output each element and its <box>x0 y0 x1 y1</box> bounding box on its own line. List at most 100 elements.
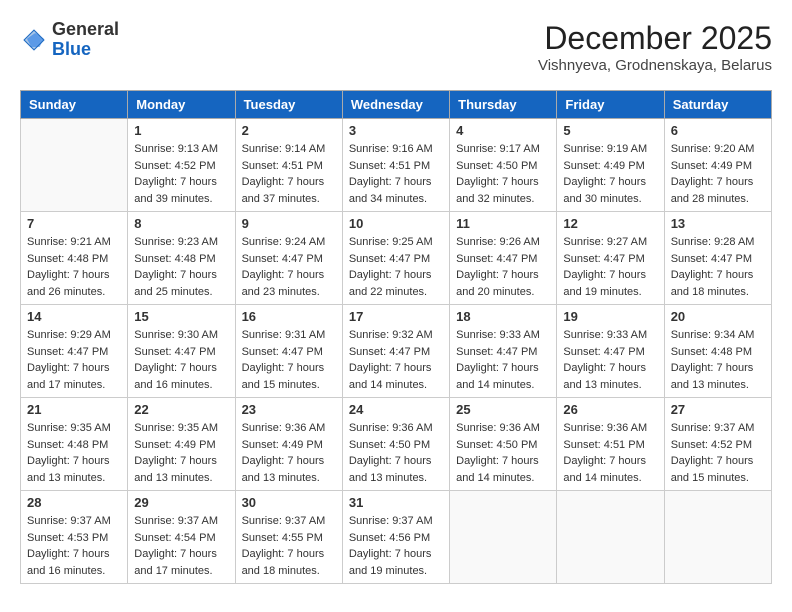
day-number: 10 <box>349 216 443 231</box>
daylight-minutes-text: and 23 minutes. <box>242 284 336 301</box>
calendar-day-cell: 21Sunrise: 9:35 AMSunset: 4:48 PMDayligh… <box>21 398 128 491</box>
sunrise-text: Sunrise: 9:37 AM <box>27 513 121 530</box>
day-number: 16 <box>242 309 336 324</box>
sunset-text: Sunset: 4:52 PM <box>134 158 228 175</box>
sunrise-text: Sunrise: 9:23 AM <box>134 234 228 251</box>
calendar-day-cell: 3Sunrise: 9:16 AMSunset: 4:51 PMDaylight… <box>342 119 449 212</box>
daylight-text: Daylight: 7 hours <box>671 267 765 284</box>
daylight-text: Daylight: 7 hours <box>242 453 336 470</box>
sunrise-text: Sunrise: 9:13 AM <box>134 141 228 158</box>
sunrise-text: Sunrise: 9:30 AM <box>134 327 228 344</box>
sunrise-text: Sunrise: 9:29 AM <box>27 327 121 344</box>
sunset-text: Sunset: 4:49 PM <box>671 158 765 175</box>
daylight-minutes-text: and 13 minutes. <box>349 470 443 487</box>
daylight-text: Daylight: 7 hours <box>349 453 443 470</box>
daylight-text: Daylight: 7 hours <box>27 546 121 563</box>
daylight-text: Daylight: 7 hours <box>134 546 228 563</box>
daylight-minutes-text: and 20 minutes. <box>456 284 550 301</box>
day-number: 26 <box>563 402 657 417</box>
sunset-text: Sunset: 4:47 PM <box>456 251 550 268</box>
calendar-day-cell: 25Sunrise: 9:36 AMSunset: 4:50 PMDayligh… <box>450 398 557 491</box>
logo-icon <box>20 26 48 54</box>
daylight-minutes-text: and 14 minutes. <box>456 377 550 394</box>
daylight-minutes-text: and 37 minutes. <box>242 191 336 208</box>
calendar-day-cell: 28Sunrise: 9:37 AMSunset: 4:53 PMDayligh… <box>21 491 128 584</box>
sunset-text: Sunset: 4:47 PM <box>349 251 443 268</box>
daylight-minutes-text: and 19 minutes. <box>563 284 657 301</box>
sunset-text: Sunset: 4:53 PM <box>27 530 121 547</box>
daylight-text: Daylight: 7 hours <box>349 174 443 191</box>
daylight-text: Daylight: 7 hours <box>671 453 765 470</box>
day-number: 1 <box>134 123 228 138</box>
sunrise-text: Sunrise: 9:20 AM <box>671 141 765 158</box>
daylight-text: Daylight: 7 hours <box>671 360 765 377</box>
sunset-text: Sunset: 4:52 PM <box>671 437 765 454</box>
daylight-minutes-text: and 14 minutes. <box>456 470 550 487</box>
daylight-text: Daylight: 7 hours <box>27 360 121 377</box>
sunset-text: Sunset: 4:51 PM <box>563 437 657 454</box>
daylight-minutes-text: and 13 minutes. <box>134 470 228 487</box>
sunrise-text: Sunrise: 9:36 AM <box>242 420 336 437</box>
day-number: 13 <box>671 216 765 231</box>
sunrise-text: Sunrise: 9:17 AM <box>456 141 550 158</box>
title-block: December 2025 Vishnyeva, Grodnenskaya, B… <box>538 20 772 74</box>
sunrise-text: Sunrise: 9:37 AM <box>134 513 228 530</box>
sunrise-text: Sunrise: 9:14 AM <box>242 141 336 158</box>
sunset-text: Sunset: 4:47 PM <box>671 251 765 268</box>
daylight-minutes-text: and 13 minutes. <box>671 377 765 394</box>
daylight-minutes-text: and 15 minutes. <box>671 470 765 487</box>
daylight-text: Daylight: 7 hours <box>456 360 550 377</box>
day-number: 20 <box>671 309 765 324</box>
sunset-text: Sunset: 4:47 PM <box>563 344 657 361</box>
sunset-text: Sunset: 4:48 PM <box>27 251 121 268</box>
sunset-text: Sunset: 4:51 PM <box>242 158 336 175</box>
weekday-header: Saturday <box>664 91 771 119</box>
sunset-text: Sunset: 4:56 PM <box>349 530 443 547</box>
day-number: 25 <box>456 402 550 417</box>
day-number: 18 <box>456 309 550 324</box>
sunrise-text: Sunrise: 9:25 AM <box>349 234 443 251</box>
sunset-text: Sunset: 4:54 PM <box>134 530 228 547</box>
day-number: 17 <box>349 309 443 324</box>
daylight-text: Daylight: 7 hours <box>134 453 228 470</box>
sunset-text: Sunset: 4:48 PM <box>27 437 121 454</box>
daylight-text: Daylight: 7 hours <box>349 267 443 284</box>
daylight-minutes-text: and 26 minutes. <box>27 284 121 301</box>
daylight-minutes-text: and 13 minutes. <box>563 377 657 394</box>
daylight-text: Daylight: 7 hours <box>242 546 336 563</box>
daylight-text: Daylight: 7 hours <box>563 453 657 470</box>
daylight-minutes-text: and 17 minutes. <box>134 563 228 580</box>
day-number: 22 <box>134 402 228 417</box>
day-number: 7 <box>27 216 121 231</box>
calendar-day-cell: 17Sunrise: 9:32 AMSunset: 4:47 PMDayligh… <box>342 305 449 398</box>
daylight-minutes-text: and 28 minutes. <box>671 191 765 208</box>
daylight-text: Daylight: 7 hours <box>563 174 657 191</box>
daylight-minutes-text: and 34 minutes. <box>349 191 443 208</box>
daylight-minutes-text: and 22 minutes. <box>349 284 443 301</box>
calendar-day-cell <box>21 119 128 212</box>
calendar-day-cell: 19Sunrise: 9:33 AMSunset: 4:47 PMDayligh… <box>557 305 664 398</box>
sunset-text: Sunset: 4:49 PM <box>134 437 228 454</box>
daylight-minutes-text: and 30 minutes. <box>563 191 657 208</box>
daylight-text: Daylight: 7 hours <box>563 267 657 284</box>
calendar-week-row: 1 Sunrise: 9:13 AMSunset: 4:52 PM Daylight… <box>21 119 772 212</box>
daylight-minutes-text: and 25 minutes. <box>134 284 228 301</box>
sunrise-text: Sunrise: 9:37 AM <box>349 513 443 530</box>
sunset-text: Sunset: 4:47 PM <box>349 344 443 361</box>
calendar-day-cell: 10 Sunrise: 9:25 AMSunset: 4:47 PMDayligh… <box>342 212 449 305</box>
daylight-minutes-text: and 18 minutes. <box>671 284 765 301</box>
sunrise-text: Sunrise: 9:32 AM <box>349 327 443 344</box>
calendar-day-cell: 7Sunrise: 9:21 AMSunset: 4:48 PMDaylight… <box>21 212 128 305</box>
daylight-minutes-text: and 14 minutes. <box>349 377 443 394</box>
calendar-day-cell <box>450 491 557 584</box>
daylight-minutes-text: and 19 minutes. <box>349 563 443 580</box>
daylight-text: Daylight: 7 hours <box>27 453 121 470</box>
sunrise-text: Sunrise: 9:24 AM <box>242 234 336 251</box>
day-number: 11 <box>456 216 550 231</box>
calendar-day-cell: 16Sunrise: 9:31 AMSunset: 4:47 PMDayligh… <box>235 305 342 398</box>
calendar-day-cell: 18Sunrise: 9:33 AMSunset: 4:47 PMDayligh… <box>450 305 557 398</box>
sunrise-text: Sunrise: 9:33 AM <box>456 327 550 344</box>
daylight-minutes-text: and 16 minutes. <box>134 377 228 394</box>
calendar-day-cell: 20Sunrise: 9:34 AMSunset: 4:48 PMDayligh… <box>664 305 771 398</box>
weekday-header: Monday <box>128 91 235 119</box>
